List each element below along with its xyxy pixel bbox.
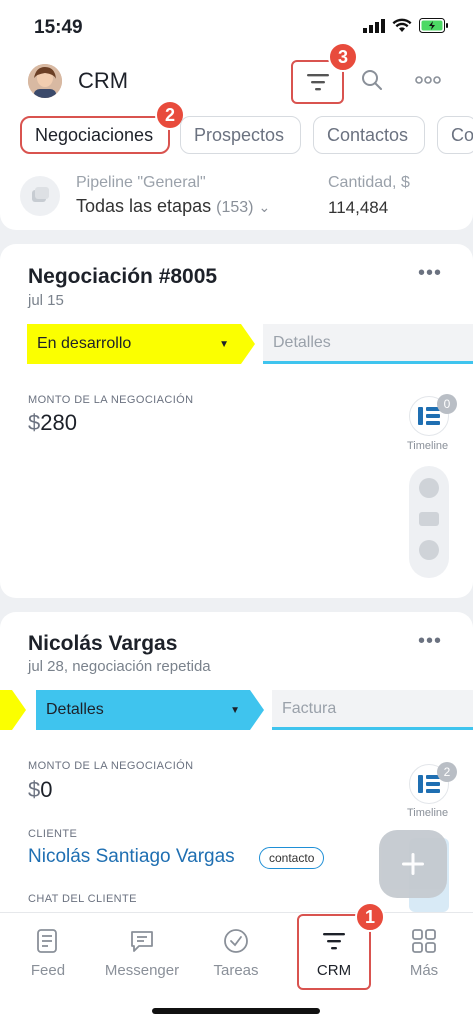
stage-next[interactable]: Detalles (263, 324, 473, 364)
signal-icon (363, 18, 385, 33)
nav-mas[interactable]: Más (384, 928, 464, 979)
nav-label: Más (409, 962, 439, 979)
home-indicator[interactable] (152, 1008, 320, 1014)
timeline-label: Timeline (407, 807, 449, 819)
stage-current-text: En desarrollo (37, 335, 132, 352)
phone-icon[interactable] (419, 478, 439, 498)
avatar[interactable] (28, 64, 62, 98)
nav-crm[interactable]: CRM (294, 928, 374, 979)
chevron-down-icon: ⌄ (258, 199, 271, 215)
nav-label: Messenger (104, 962, 180, 979)
client-type-badge: contacto (259, 847, 325, 869)
deal-amount: $280 (28, 410, 77, 436)
pipeline-label: Pipeline "General" (76, 174, 206, 191)
search-icon (362, 70, 382, 90)
more-button[interactable] (406, 60, 450, 100)
filter-icon (306, 74, 329, 91)
timeline-count: 0 (437, 394, 457, 414)
nav-feed[interactable]: Feed (8, 928, 88, 979)
plus-icon (402, 853, 424, 875)
amount-value: 0 (40, 777, 53, 802)
tab-co[interactable]: Co (437, 116, 473, 154)
amount-label: MONTO DE LA NEGOCIACIÓN (28, 760, 194, 772)
battery-icon (419, 18, 448, 33)
more-icon (415, 76, 441, 84)
mail-icon[interactable] (419, 512, 439, 526)
nav-label: Tareas (213, 962, 259, 979)
feed-icon (37, 929, 57, 953)
client-label: CLIENTE (28, 828, 78, 840)
quantity-value: 114,484 (328, 198, 389, 217)
stage-current-label: Detalles ▼ (36, 690, 246, 730)
deal-title: Nicolás Vargas (28, 632, 178, 655)
stage-previous (0, 690, 26, 730)
caret-down-icon: ▼ (230, 704, 240, 716)
stage-count: (153) (216, 199, 254, 216)
stage-selector-label: Todas las etapas (76, 196, 212, 216)
deal-menu-icon[interactable]: ••• (418, 630, 442, 653)
status-icons (363, 18, 449, 33)
pipeline-stage-selector[interactable]: Todas las etapas (153) ⌄ (76, 196, 270, 217)
tab-prospectos[interactable]: Prospectos (180, 116, 301, 154)
grid-icon (412, 929, 436, 953)
quick-actions (409, 466, 449, 578)
nav-label: CRM (316, 962, 352, 979)
status-bar: 15:49 (0, 0, 473, 50)
caret-down-icon: ▼ (219, 338, 229, 350)
timeline-icon (418, 775, 440, 793)
nav-label: Feed (30, 962, 66, 979)
timeline-icon (418, 407, 440, 425)
quantity-label: Cantidad, $ (328, 174, 410, 191)
currency: $ (28, 410, 41, 435)
tab-negociaciones[interactable]: Negociaciones (20, 116, 170, 154)
deal-date: jul 28, negociación repetida (28, 658, 211, 675)
amount-label: MONTO DE LA NEGOCIACIÓN (28, 394, 194, 406)
stage-next[interactable]: Factura (272, 690, 473, 730)
deal-date: jul 15 (28, 292, 64, 309)
client-name-link[interactable]: Nicolás Santiago Vargas (28, 846, 235, 868)
wifi-icon (392, 18, 412, 32)
deal-menu-icon[interactable]: ••• (418, 262, 442, 285)
chat-label: CHAT DEL CLIENTE (28, 893, 137, 905)
search-button[interactable] (352, 60, 392, 100)
status-time: 15:49 (34, 17, 83, 38)
currency: $ (28, 777, 41, 802)
nav-messenger[interactable]: Messenger (102, 928, 182, 979)
nav-tareas[interactable]: Tareas (196, 928, 276, 979)
tasks-icon (224, 929, 248, 953)
callout-badge-1: 1 (355, 902, 385, 932)
deal-amount: $0 (28, 777, 53, 803)
page-title: CRM (78, 68, 129, 93)
crm-filter-icon (323, 933, 345, 950)
timeline-label: Timeline (407, 440, 449, 452)
chat-icon[interactable] (419, 540, 439, 560)
tab-contactos[interactable]: Contactos (313, 116, 425, 154)
messenger-icon (131, 931, 153, 952)
add-button[interactable] (379, 830, 447, 898)
stage-current-label: En desarrollo ▼ (27, 324, 237, 364)
deal-title: Negociación #8005 (28, 265, 218, 288)
timeline-count: 2 (437, 762, 457, 782)
amount-value: 280 (40, 410, 77, 435)
pipeline-icon (20, 176, 60, 216)
stage-current-text: Detalles (46, 701, 104, 718)
